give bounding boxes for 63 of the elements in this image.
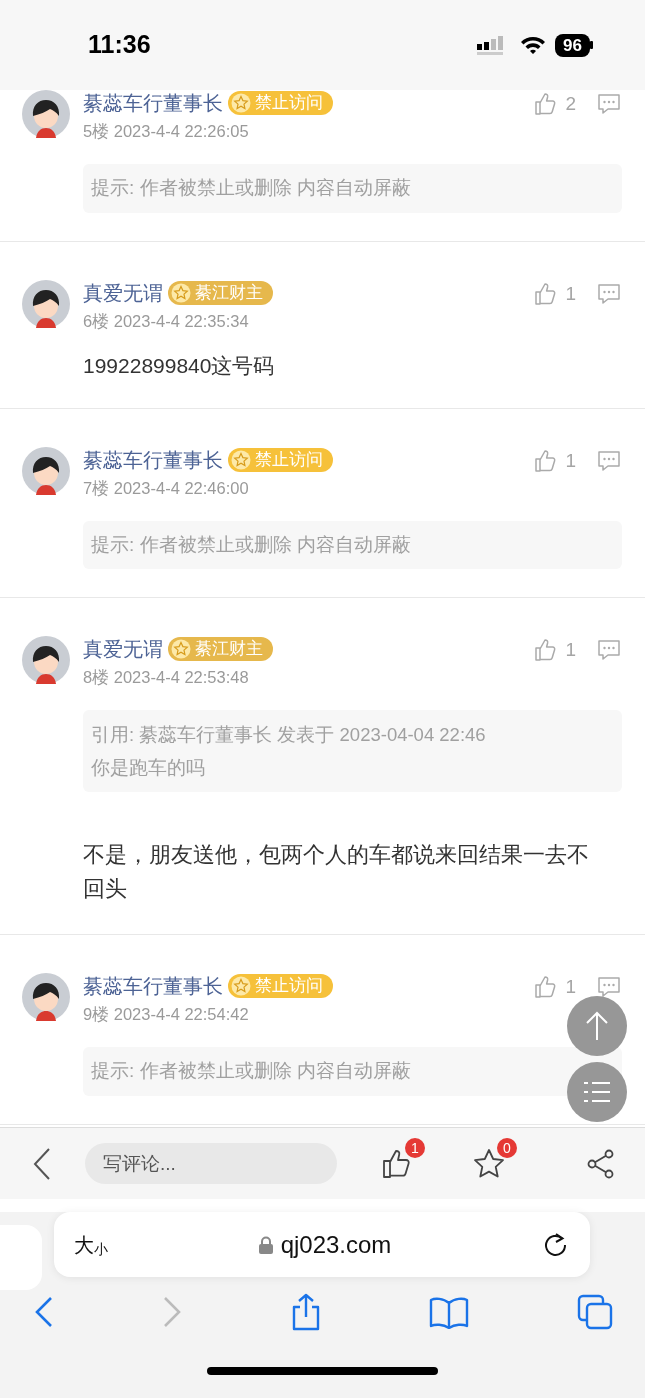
like-count: 1 bbox=[565, 975, 576, 999]
post-meta: 6楼 2023-4-4 22:35:34 bbox=[83, 310, 250, 332]
count-badge: 1 bbox=[405, 1137, 425, 1158]
like-count: 1 bbox=[565, 281, 576, 306]
url-text: qj023.com bbox=[280, 1229, 392, 1260]
post-text: 19922899840这号码 bbox=[83, 352, 276, 379]
back-icon[interactable] bbox=[34, 1296, 54, 1328]
star-icon bbox=[231, 93, 251, 113]
star-icon bbox=[171, 639, 191, 659]
post-meta: 9楼 2023-4-4 22:54:42 bbox=[83, 1004, 250, 1025]
like-icon[interactable] bbox=[381, 1147, 413, 1180]
scroll-top-button[interactable] bbox=[567, 996, 627, 1056]
like-count: 2 bbox=[565, 92, 576, 116]
comment-icon[interactable] bbox=[596, 281, 622, 306]
notice-text: 提示: 作者被禁止或删除 内容自动屏蔽 bbox=[83, 520, 622, 569]
count-badge: 0 bbox=[497, 1137, 517, 1158]
post-text: 不是，朋友送他，包两个人的车都说来回结果一去不回头 bbox=[83, 842, 590, 903]
battery-tip-icon bbox=[590, 41, 593, 49]
wifi-icon bbox=[519, 35, 548, 55]
avatar bbox=[22, 446, 70, 495]
avatar bbox=[22, 279, 70, 328]
star-icon bbox=[231, 976, 251, 996]
post-meta: 5楼 2023-4-4 22:26:05 bbox=[83, 121, 250, 142]
quote-line: 引用: 綦蕊车行董事长 发表于 2023-04-04 22:46 bbox=[91, 723, 487, 747]
lock-icon bbox=[258, 1235, 273, 1254]
post-meta: 8楼 2023-4-4 22:53:48 bbox=[83, 667, 250, 688]
quote-line: 你是跑车的吗 bbox=[91, 756, 206, 780]
user-badge: 禁止访问 bbox=[228, 447, 333, 472]
reload-icon[interactable] bbox=[542, 1231, 568, 1258]
list-icon bbox=[583, 1081, 611, 1103]
arrow-up-icon bbox=[585, 1011, 609, 1041]
author-name[interactable]: 綦蕊车行董事长 bbox=[83, 90, 223, 116]
notice-text: 提示: 作者被禁止或删除 内容自动屏蔽 bbox=[83, 164, 622, 213]
avatar bbox=[22, 636, 70, 684]
comment-icon[interactable] bbox=[596, 638, 622, 663]
battery-level: 96 bbox=[555, 33, 590, 57]
comment-icon[interactable] bbox=[596, 92, 622, 117]
user-badge: 禁止访问 bbox=[228, 91, 333, 115]
tabs-icon[interactable] bbox=[577, 1294, 613, 1330]
star-icon bbox=[171, 282, 191, 303]
like-count: 1 bbox=[565, 638, 576, 662]
back-icon[interactable] bbox=[32, 1146, 52, 1181]
menu-button[interactable] bbox=[567, 1062, 627, 1122]
post-meta: 7楼 2023-4-4 22:46:00 bbox=[83, 477, 250, 499]
author-name[interactable]: 綦蕊车行董事长 bbox=[83, 973, 223, 999]
avatar bbox=[22, 973, 70, 1021]
notice-text: 提示: 作者被禁止或删除 内容自动屏蔽 bbox=[83, 1047, 622, 1096]
star-icon[interactable] bbox=[473, 1147, 505, 1180]
book-icon[interactable] bbox=[429, 1295, 470, 1329]
avatar bbox=[22, 90, 70, 138]
user-badge: 禁止访问 bbox=[228, 974, 333, 998]
author-name[interactable]: 真爱无谓 bbox=[83, 279, 163, 306]
like-count: 1 bbox=[565, 448, 576, 473]
user-badge: 綦江财主 bbox=[168, 280, 273, 305]
forward-icon[interactable] bbox=[161, 1296, 182, 1328]
author-name[interactable]: 綦蕊车行董事长 bbox=[83, 446, 223, 473]
comment-field[interactable]: 写评论... bbox=[85, 1143, 337, 1184]
share-icon[interactable] bbox=[587, 1148, 615, 1179]
author-name[interactable]: 真爱无谓 bbox=[83, 636, 163, 662]
user-badge: 綦江财主 bbox=[168, 637, 273, 661]
star-icon bbox=[231, 449, 251, 470]
clock-time: 11:36 bbox=[88, 29, 151, 61]
comment-icon[interactable] bbox=[596, 448, 622, 473]
